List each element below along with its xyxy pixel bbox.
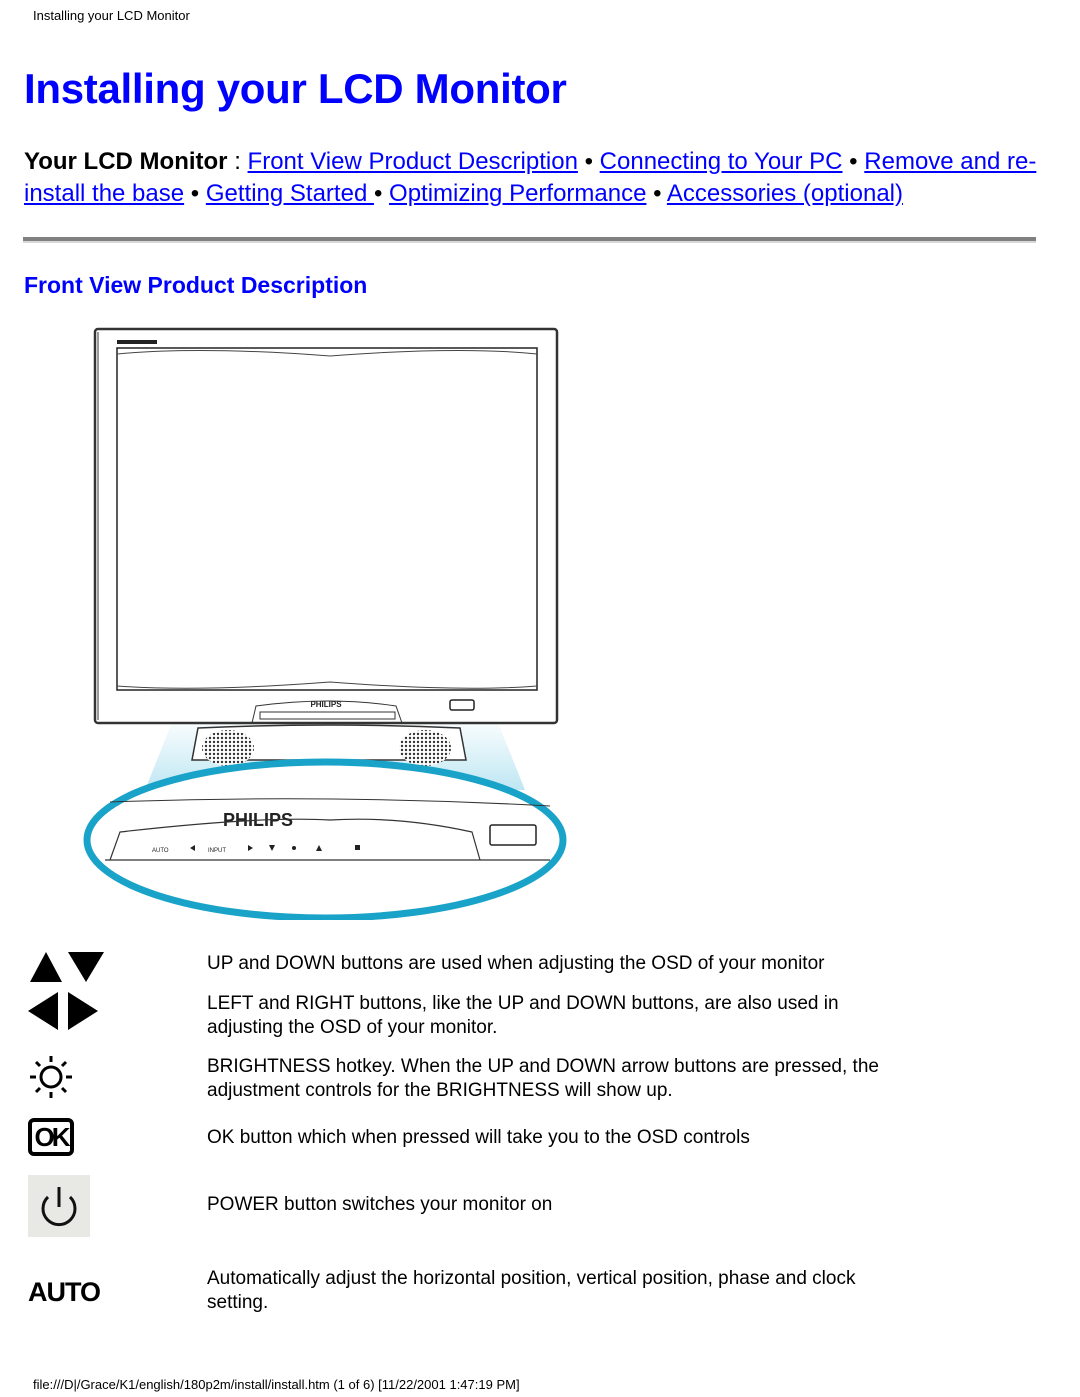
nav-separator: : [227, 148, 248, 175]
nav-bullet: • [842, 148, 865, 175]
nav-bullet: • [577, 148, 600, 175]
button-description: POWER button switches your monitor on [207, 1194, 553, 1215]
button-description: BRIGHTNESS hotkey. When the UP and DOWN … [207, 1056, 879, 1101]
button-description: UP and DOWN buttons are used when adjust… [207, 953, 825, 974]
nav-link-connecting[interactable]: Connecting to Your PC [600, 148, 843, 175]
left-right-arrows-icon [28, 992, 98, 1030]
nav-link-optimizing[interactable]: Optimizing Performance [389, 180, 646, 207]
nav-bullet: • [184, 180, 206, 207]
section-title: Front View Product Description [24, 272, 368, 298]
auto-icon: AUTO [28, 1277, 101, 1307]
page-title: Installing your LCD Monitor [24, 65, 567, 112]
header-title: Installing your LCD Monitor [33, 8, 190, 23]
button-description: OK button which when pressed will take y… [207, 1127, 750, 1148]
section-nav: Your LCD Monitor : Front View Product De… [24, 146, 1044, 210]
zoom-input-label: INPUT [208, 848, 226, 854]
zoom-power-button [489, 824, 537, 846]
button-description: LEFT and RIGHT buttons, like the UP and … [207, 993, 839, 1038]
speaker-left [202, 730, 254, 766]
brightness-icon [30, 1056, 72, 1098]
nav-bullet: • [646, 180, 667, 207]
ok-icon: OK [28, 1118, 74, 1156]
footer-file-path: file:///D|/Grace/K1/english/180p2m/insta… [33, 1377, 520, 1392]
horizontal-rule [23, 237, 1036, 243]
monitor-front-view-illustration: PHILIPS PHILIPS AUTO INPUT [83, 327, 567, 920]
zoom-auto-label: AUTO [152, 848, 169, 854]
zoom-brightness-dot [292, 846, 296, 850]
up-down-arrows-icon [30, 952, 104, 982]
nav-link-getting-started[interactable]: Getting Started [206, 180, 374, 207]
bezel-power-button [449, 699, 475, 711]
speaker-right [399, 730, 451, 766]
nav-link-accessories[interactable]: Accessories (optional) [667, 180, 903, 207]
monitor-screen [116, 347, 538, 691]
zoom-ok-button [355, 845, 360, 850]
button-description: Automatically adjust the horizontal posi… [207, 1268, 856, 1313]
nav-lead: Your LCD Monitor [24, 148, 228, 175]
model-logo [117, 340, 157, 344]
power-icon [28, 1175, 90, 1237]
nav-bullet: • [373, 180, 390, 207]
nav-link-front-view[interactable]: Front View Product Description [248, 148, 578, 175]
